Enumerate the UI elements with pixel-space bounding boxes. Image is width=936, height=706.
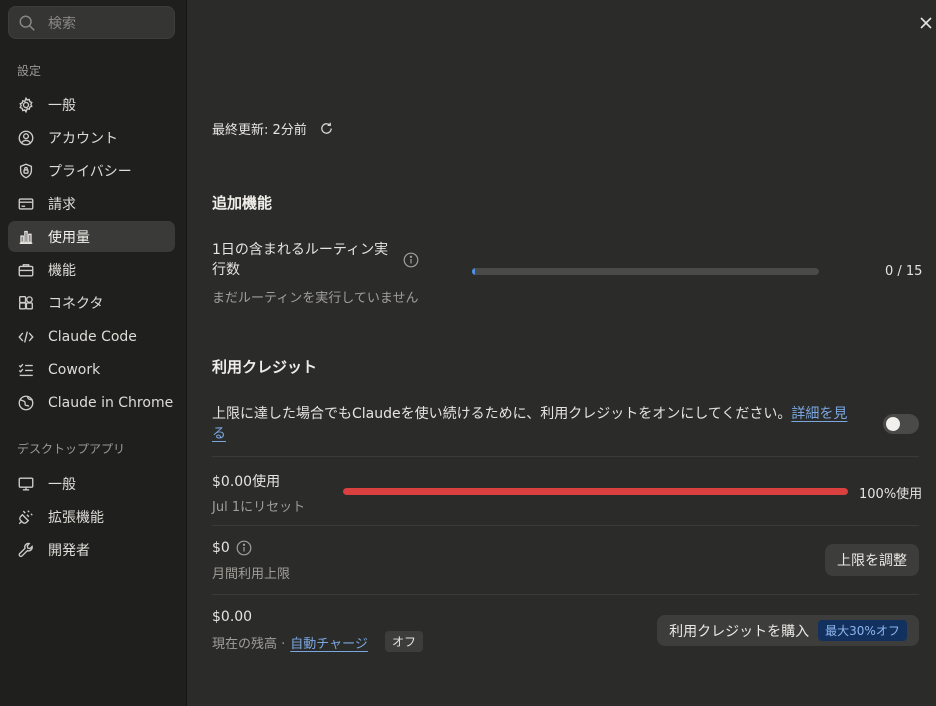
code-icon	[17, 328, 35, 346]
sidebar-item-general[interactable]: 一般	[8, 89, 175, 120]
sidebar-item-claude-in-chrome[interactable]: Claude in Chrome	[8, 387, 175, 418]
search-icon	[19, 15, 35, 31]
usage-amount: $0.00使用	[212, 474, 281, 490]
refresh-icon[interactable]	[319, 121, 334, 136]
sidebar-item-usage[interactable]: 使用量	[8, 221, 175, 252]
connector-icon	[17, 294, 35, 312]
sidebar-item-label: Claude Code	[48, 328, 137, 345]
sidebar-item-label: 使用量	[48, 229, 90, 246]
sidebar-item-extensions[interactable]: 拡張機能	[8, 501, 175, 532]
last-updated: 最終更新: 2分前	[212, 119, 334, 138]
search-placeholder: 検索	[48, 15, 76, 32]
divider	[212, 594, 919, 595]
gear-icon	[17, 96, 35, 114]
credits-description: 上限に達した場合でもClaudeを使い続けるために、利用クレジットをオンにしてく…	[212, 404, 852, 444]
sidebar-item-label: 一般	[48, 476, 76, 493]
last-updated-text: 最終更新: 2分前	[212, 123, 307, 138]
routine-progress-fill	[472, 268, 476, 275]
usage-percent: 100%使用	[859, 487, 923, 502]
sidebar-item-claude-code[interactable]: Claude Code	[8, 321, 175, 352]
info-icon[interactable]	[236, 540, 252, 556]
sidebar-item-label: 一般	[48, 97, 76, 114]
wrench-icon	[17, 541, 35, 559]
reset-date: Jul 1にリセット	[212, 500, 306, 515]
section-label-desktop: デスクトップアプリ	[17, 442, 126, 456]
user-circle-icon	[17, 129, 35, 147]
credits-heading: 利用クレジット	[212, 358, 318, 376]
shield-icon	[17, 162, 35, 180]
sidebar-item-label: 開発者	[48, 542, 90, 559]
balance-value: $0.00	[212, 609, 253, 625]
sidebar-item-connectors[interactable]: コネクタ	[8, 287, 175, 318]
credits-toggle[interactable]	[883, 414, 919, 434]
sidebar-item-label: 請求	[48, 196, 76, 213]
balance-label: 現在の残高 ·	[212, 637, 286, 652]
globe-icon	[17, 394, 35, 412]
balance-row: 現在の残高 · 自動チャージ	[212, 633, 368, 652]
routine-count: 0 / 15	[885, 264, 923, 279]
sidebar-item-account[interactable]: アカウント	[8, 122, 175, 153]
sidebar-item-billing[interactable]: 請求	[8, 188, 175, 219]
divider	[212, 525, 919, 526]
routine-subtext: まだルーティンを実行していません	[212, 291, 419, 306]
sidebar-item-label: Cowork	[48, 361, 101, 378]
sidebar-item-desktop-general[interactable]: 一般	[8, 468, 175, 499]
sidebar-item-label: コネクタ	[48, 295, 104, 312]
info-icon[interactable]	[403, 252, 419, 268]
routine-label: 1日の含まれるルーティン実行数	[212, 242, 389, 278]
sidebar-item-label: 機能	[48, 262, 76, 279]
close-icon	[920, 17, 932, 29]
toolbox-icon	[17, 261, 35, 279]
close-button[interactable]	[917, 14, 935, 32]
usage-progress-fill	[343, 488, 848, 495]
plug-icon	[17, 508, 35, 526]
sidebar-item-label: アカウント	[48, 130, 118, 147]
sidebar-item-developer[interactable]: 開発者	[8, 534, 175, 565]
settings-sidebar: 検索 設定 一般 アカウント プライバシー 請求 使用量 機能 コネクタ Cla…	[0, 0, 187, 706]
toggle-knob	[886, 417, 900, 431]
section-label-settings: 設定	[17, 64, 42, 78]
buy-credits-button[interactable]: 利用クレジットを購入 最大30%オフ	[657, 615, 919, 646]
divider	[212, 456, 919, 457]
buy-credits-label: 利用クレジットを購入	[669, 623, 810, 640]
credits-description-text: 上限に達した場合でもClaudeを使い続けるために、利用クレジットをオンにしてく…	[212, 406, 792, 422]
routine-progress-bar	[472, 268, 819, 275]
promo-badge: 最大30%オフ	[818, 620, 907, 641]
search-input[interactable]: 検索	[8, 6, 175, 39]
sidebar-item-privacy[interactable]: プライバシー	[8, 155, 175, 186]
credit-card-icon	[17, 195, 35, 213]
sidebar-item-cowork[interactable]: Cowork	[8, 354, 175, 385]
sidebar-item-label: 拡張機能	[48, 509, 104, 526]
monthly-limit-label: 月間利用上限	[212, 567, 291, 582]
monthly-limit-value: $0	[212, 540, 230, 556]
sidebar-item-label: Claude in Chrome	[48, 394, 174, 411]
usage-progress-bar	[343, 488, 848, 495]
monitor-icon	[17, 475, 35, 493]
auto-charge-status-badge: オフ	[385, 631, 424, 652]
extra-features-heading: 追加機能	[212, 194, 273, 212]
adjust-limit-button[interactable]: 上限を調整	[825, 544, 919, 576]
sidebar-item-features[interactable]: 機能	[8, 254, 175, 285]
auto-charge-link[interactable]: 自動チャージ	[290, 633, 368, 652]
checklist-icon	[17, 361, 35, 379]
sidebar-item-label: プライバシー	[48, 163, 132, 180]
bar-chart-icon	[17, 228, 35, 246]
